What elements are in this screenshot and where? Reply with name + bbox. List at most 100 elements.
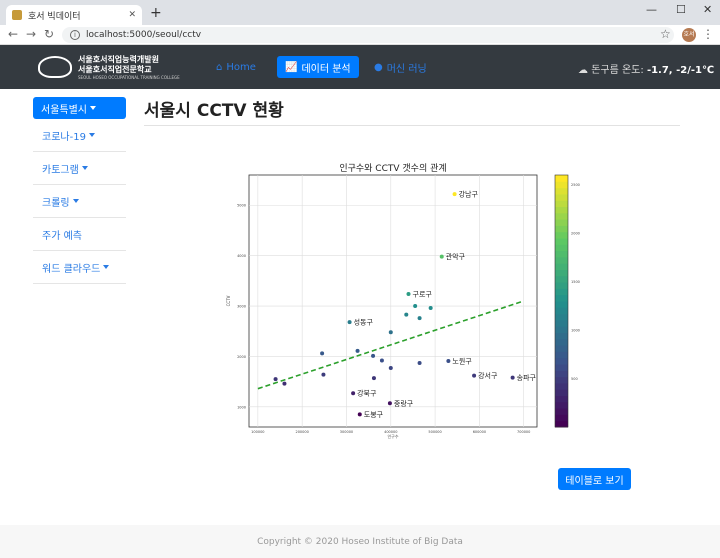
colorbar-segment bbox=[555, 250, 568, 258]
reload-icon[interactable]: ↻ bbox=[44, 27, 54, 41]
chart-title: 인구수와 CCTV 갯수의 관계 bbox=[339, 162, 446, 174]
scatter-point bbox=[404, 312, 409, 317]
colorbar-segment bbox=[555, 187, 568, 195]
colorbar-segment bbox=[555, 382, 568, 390]
colorbar-segment bbox=[555, 175, 568, 182]
y-tick-label: 5000 bbox=[237, 204, 246, 208]
back-icon[interactable]: ← bbox=[8, 27, 18, 41]
point-label: 성동구 bbox=[354, 318, 374, 327]
colorbar-segment bbox=[555, 238, 568, 245]
sidebar-item-label: 워드 클라우드 bbox=[42, 263, 101, 275]
weather-label: 돈구름 온도: bbox=[591, 65, 644, 76]
bookmark-star-icon[interactable]: ☆ bbox=[660, 27, 671, 41]
x-tick-label: 600000 bbox=[473, 430, 486, 434]
scatter-point bbox=[282, 381, 287, 386]
scatter-point bbox=[452, 192, 457, 197]
sidebar-item-label: 코로나-19 bbox=[42, 131, 86, 143]
favicon-icon bbox=[12, 10, 22, 20]
colorbar-tick-label: 2500 bbox=[571, 183, 580, 187]
site-logo[interactable]: 서울호서직업능력개발원 서울호서직업전문학교 SEOUL HOSEO OCCUP… bbox=[38, 54, 180, 82]
colorbar-segment bbox=[555, 414, 568, 422]
x-tick-label: 100000 bbox=[251, 430, 264, 434]
scatter-point bbox=[387, 401, 392, 406]
scatter-point bbox=[417, 360, 422, 365]
sidebar-item-cartogram[interactable]: 카토그램 bbox=[33, 152, 126, 185]
sidebar-main-label: 서울특별시 bbox=[41, 104, 87, 116]
colorbar-segment bbox=[555, 408, 568, 415]
forward-icon[interactable]: → bbox=[26, 27, 36, 41]
colorbar-segment bbox=[555, 212, 568, 220]
profile-avatar[interactable]: 호서 bbox=[682, 28, 696, 42]
colorbar-segment bbox=[555, 307, 568, 315]
weather-widget: ☁ 돈구름 온도: -1.7, -2/-1℃ bbox=[578, 61, 714, 76]
weather-value: -1.7, -2/-1℃ bbox=[646, 65, 715, 76]
point-label: 강남구 bbox=[459, 190, 479, 199]
colorbar-segment bbox=[555, 200, 568, 207]
x-tick-label: 200000 bbox=[295, 430, 308, 434]
y-tick-label: 3000 bbox=[237, 305, 246, 309]
info-circle-icon: ● bbox=[374, 61, 383, 73]
caret-down-icon bbox=[90, 106, 96, 110]
scatter-point bbox=[413, 304, 418, 309]
nav-home-label: Home bbox=[226, 61, 256, 73]
url-text: localhost:5000/seoul/cctv bbox=[86, 30, 202, 40]
nav-data-analysis-link[interactable]: 📈 데이터 분석 bbox=[277, 56, 359, 78]
scatter-point bbox=[351, 391, 356, 396]
colorbar-segment bbox=[555, 313, 568, 321]
colorbar-segment bbox=[555, 244, 568, 252]
sidebar: 서울특별시 코로나-19 카토그램 크롤링 주가 예측 워드 클라우드 bbox=[33, 97, 126, 284]
minimize-icon[interactable]: — bbox=[646, 3, 657, 16]
colorbar-segment bbox=[555, 294, 568, 302]
sidebar-item-stock[interactable]: 주가 예측 bbox=[33, 218, 126, 251]
colorbar-tick-label: 500 bbox=[571, 377, 578, 381]
new-tab-icon[interactable]: + bbox=[150, 5, 162, 21]
scatter-point bbox=[388, 366, 393, 371]
sidebar-item-wordcloud[interactable]: 워드 클라우드 bbox=[33, 251, 126, 284]
colorbar-segment bbox=[555, 269, 568, 277]
tab-close-icon[interactable]: ✕ bbox=[128, 10, 136, 20]
chart-icon: 📈 bbox=[285, 61, 298, 73]
scatter-point bbox=[321, 372, 326, 377]
colorbar-segment bbox=[555, 282, 568, 289]
sidebar-item-crawling[interactable]: 크롤링 bbox=[33, 185, 126, 218]
footer: Copyright © 2020 Hoseo Institute of Big … bbox=[0, 525, 720, 558]
url-field[interactable]: i localhost:5000/seoul/cctv bbox=[62, 27, 674, 43]
colorbar-segment bbox=[555, 231, 568, 239]
point-label: 구로구 bbox=[413, 290, 433, 298]
nav-data-analysis-label: 데이터 분석 bbox=[301, 63, 351, 75]
scatter-point bbox=[320, 351, 325, 356]
scatter-point bbox=[510, 375, 515, 380]
scatter-point bbox=[428, 306, 433, 311]
sidebar-item-label: 카토그램 bbox=[42, 164, 79, 176]
colorbar-segment bbox=[555, 319, 568, 327]
logo-mark-icon bbox=[38, 56, 72, 78]
colorbar-tick-label: 2000 bbox=[571, 232, 580, 236]
caret-down-icon bbox=[103, 265, 110, 269]
colorbar-segment bbox=[555, 364, 568, 371]
sidebar-item-corona[interactable]: 코로나-19 bbox=[33, 119, 126, 152]
home-icon: ⌂ bbox=[216, 61, 223, 73]
menu-kebab-icon[interactable]: ⋮ bbox=[702, 27, 714, 41]
scatter-point bbox=[273, 377, 278, 382]
nav-machine-learning-link[interactable]: ● 머신 러닝 bbox=[366, 56, 435, 78]
scatter-point bbox=[472, 373, 477, 378]
y-tick-label: 1000 bbox=[237, 405, 246, 409]
colorbar-segment bbox=[555, 357, 568, 365]
colorbar-segment bbox=[555, 370, 568, 378]
sidebar-seoul-dropdown[interactable]: 서울특별시 bbox=[33, 97, 126, 119]
colorbar-segment bbox=[555, 395, 568, 403]
caret-down-icon bbox=[81, 166, 88, 170]
x-tick-label: 700000 bbox=[517, 430, 530, 434]
window-close-icon[interactable]: ✕ bbox=[703, 3, 712, 16]
colorbar-segment bbox=[555, 389, 568, 396]
nav-machine-learning-label: 머신 러닝 bbox=[386, 63, 427, 75]
colorbar-segment bbox=[555, 206, 568, 214]
colorbar-segment bbox=[555, 301, 568, 308]
maximize-icon[interactable]: ☐ bbox=[676, 3, 686, 16]
nav-home-link[interactable]: ⌂ Home bbox=[208, 56, 264, 78]
scatter-point bbox=[417, 316, 422, 321]
browser-tabbar: 호서 빅데이터 ✕ + — ☐ ✕ bbox=[0, 0, 720, 25]
browser-tab[interactable]: 호서 빅데이터 ✕ bbox=[6, 5, 142, 25]
table-view-button[interactable]: 테이블로 보기 bbox=[558, 468, 631, 490]
info-icon[interactable]: i bbox=[70, 30, 80, 40]
